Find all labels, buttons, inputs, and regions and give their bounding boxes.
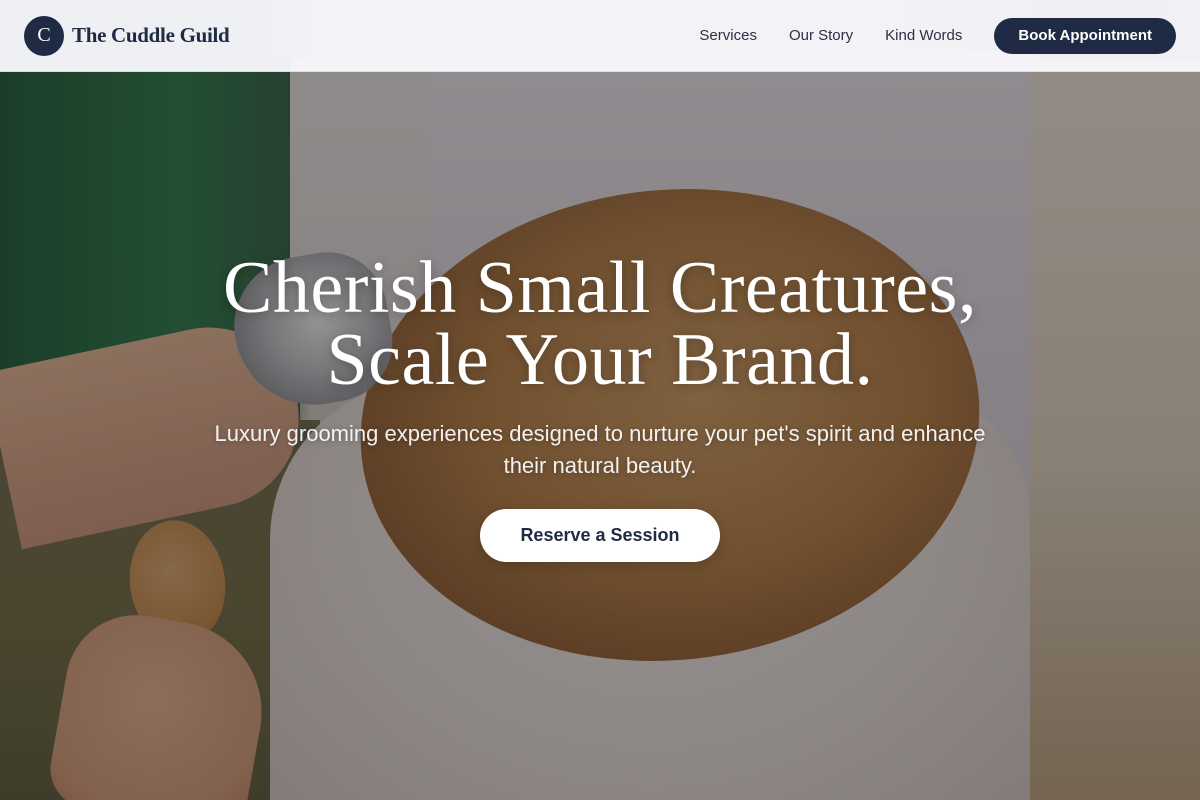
nav-links: Services Our Story Kind Words Book Appoi… bbox=[699, 17, 1176, 54]
hero-title-line-2: Scale Your Brand. bbox=[326, 319, 874, 401]
nav-link-our-story[interactable]: Our Story bbox=[789, 27, 853, 44]
brand-logo-icon: C bbox=[24, 15, 64, 56]
brand-name: The Cuddle Guild bbox=[72, 23, 230, 47]
hero-title-line-1: Cherish Small Creatures, bbox=[223, 247, 977, 329]
top-navbar: C The Cuddle Guild Services Our Story Ki… bbox=[0, 0, 1200, 72]
hero-subtitle: Luxury grooming experiences designed to … bbox=[214, 421, 986, 478]
brand-logo-link[interactable]: C The Cuddle Guild bbox=[24, 15, 230, 56]
page: C The Cuddle Guild Services Our Story Ki… bbox=[0, 0, 1200, 800]
reserve-session-button[interactable]: Reserve a Session bbox=[480, 509, 720, 562]
book-appointment-button[interactable]: Book Appointment bbox=[994, 17, 1176, 54]
nav-link-services[interactable]: Services bbox=[699, 27, 757, 44]
hero-section: Cherish Small Creatures, Scale Your Bran… bbox=[0, 0, 1200, 800]
nav-link-kind-words[interactable]: Kind Words bbox=[885, 27, 962, 44]
hero-title: Cherish Small Creatures, Scale Your Bran… bbox=[0, 247, 1200, 401]
